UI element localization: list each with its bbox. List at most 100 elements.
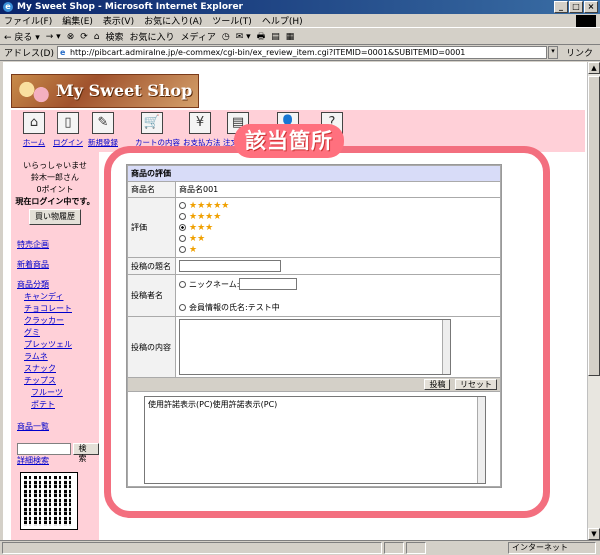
post-title-label: 投稿の題名	[127, 257, 176, 275]
discuss-icon[interactable]: ▦	[286, 32, 295, 42]
print-icon[interactable]: 🖶	[257, 29, 266, 45]
minimize-button[interactable]: _	[554, 1, 568, 13]
star-icon: ★★	[189, 233, 206, 244]
nav-home[interactable]: ⌂ ホーム	[17, 112, 51, 148]
refresh-icon[interactable]: ⟳	[80, 32, 88, 42]
scroll-thumb[interactable]	[588, 76, 600, 376]
textarea-scrollbar[interactable]	[442, 320, 450, 374]
content-textarea[interactable]	[179, 319, 451, 375]
nickname-label: ニックネーム:	[189, 279, 240, 289]
sidebar-link-new[interactable]: 新着商品	[17, 259, 99, 271]
rating-radio[interactable]	[179, 246, 186, 253]
close-button[interactable]: ×	[584, 1, 598, 13]
submit-button[interactable]: 投稿	[424, 379, 451, 390]
rating-option-1[interactable]: ★	[179, 244, 497, 255]
nav-label[interactable]: ホーム	[17, 137, 51, 148]
scroll-up-icon[interactable]: ▲	[588, 62, 600, 74]
license-text: 使用許諾表示(PC)使用許諾表示(PC)	[148, 400, 278, 409]
sidebar-link-snack[interactable]: スナック	[24, 363, 99, 375]
license-textarea[interactable]: 使用許諾表示(PC)使用許諾表示(PC)	[144, 396, 486, 484]
menu-help[interactable]: ヘルプ(H)	[262, 14, 303, 27]
nav-label[interactable]: カートの内容	[135, 137, 180, 148]
rating-radio[interactable]	[179, 213, 186, 220]
sidebar-link-ramune[interactable]: ラムネ	[24, 351, 99, 363]
member-name-option[interactable]: 会員情報の氏名:テスト中	[179, 302, 497, 313]
edit-icon[interactable]: ▤	[271, 32, 280, 42]
sidebar-link-advanced-search[interactable]: 詳細検索	[17, 455, 99, 467]
internet-zone: インターネット	[508, 542, 596, 554]
author-label: 投稿者名	[127, 274, 176, 317]
review-table: 商品の評価 商品名 商品名001 評価 ★★★★★ ★★★★ ★★★ ★★ ★ …	[127, 165, 501, 487]
address-input[interactable]: http://pibcart.admiralne.jp/e-commex/cgi…	[56, 46, 547, 59]
sidebar-link-cracker[interactable]: クラッカー	[24, 315, 99, 327]
nav-register[interactable]: ✎ 新規登録	[86, 112, 120, 148]
login-status: 現在ログイン中です。	[15, 197, 95, 206]
search-button[interactable]: 検索	[106, 30, 124, 43]
maximize-button[interactable]: □	[569, 1, 583, 13]
nav-cart[interactable]: 🛒 カートの内容	[135, 112, 180, 148]
sidebar-link-candy[interactable]: キャンディ	[24, 291, 99, 303]
nickname-option[interactable]: ニックネーム:	[179, 278, 497, 290]
menu-tools[interactable]: ツール(T)	[212, 14, 252, 27]
login-box: いらっしゃいませ 鈴木一郎さん 0ポイント 現在ログイン中です。 買い物履歴	[11, 160, 99, 225]
nickname-input[interactable]	[239, 278, 298, 290]
scroll-down-icon[interactable]: ▼	[588, 528, 600, 540]
page-scrollbar[interactable]: ▲ ▼	[587, 62, 600, 540]
rating-option-5[interactable]: ★★★★★	[179, 200, 497, 211]
nav-label[interactable]: 新規登録	[86, 137, 120, 148]
window-titlebar: e My Sweet Shop - Microsoft Internet Exp…	[0, 0, 600, 14]
sidebar-link-potato[interactable]: ポテト	[31, 399, 99, 411]
status-progress	[384, 542, 404, 554]
rating-option-3[interactable]: ★★★	[179, 222, 497, 233]
stop-icon[interactable]: ⊗	[67, 32, 75, 42]
back-button[interactable]: ← 戻る ▾	[4, 30, 40, 43]
cart-icon: 🛒	[141, 112, 163, 134]
rating-radio-selected[interactable]	[179, 224, 186, 231]
rating-option-2[interactable]: ★★	[179, 233, 497, 244]
address-dropdown-button[interactable]: ▾	[547, 46, 558, 59]
history-icon[interactable]: ◷	[222, 32, 230, 42]
sidebar-link-pretzel[interactable]: プレッツェル	[24, 339, 99, 351]
purchase-history-button[interactable]: 買い物履歴	[29, 209, 81, 225]
menu-edit[interactable]: 編集(E)	[62, 14, 93, 27]
sidebar-link-chips[interactable]: チップス	[24, 375, 99, 387]
sidebar-link-chocolate[interactable]: チョコレート	[24, 303, 99, 315]
rating-radio[interactable]	[179, 202, 186, 209]
favorites-button[interactable]: お気に入り	[130, 30, 175, 43]
sidebar-link-category[interactable]: 商品分類	[17, 279, 99, 291]
sidebar-search-button[interactable]: 検索	[73, 443, 99, 463]
ie-icon: e	[3, 2, 13, 12]
sidebar-link-gum[interactable]: グミ	[24, 327, 99, 339]
rating-options: ★★★★★ ★★★★ ★★★ ★★ ★	[175, 197, 501, 258]
mail-icon[interactable]: ✉ ▾	[236, 32, 251, 42]
sidebar-search-input[interactable]	[17, 443, 72, 455]
nav-payment[interactable]: ¥ お支払方法	[183, 112, 221, 148]
status-text	[2, 542, 382, 554]
media-button[interactable]: メディア	[181, 30, 216, 43]
nav-label[interactable]: お支払方法	[183, 137, 221, 148]
rating-radio[interactable]	[179, 235, 186, 242]
forward-button[interactable]: → ▾	[46, 32, 61, 42]
nickname-radio[interactable]	[179, 280, 186, 288]
rating-option-4[interactable]: ★★★★	[179, 211, 497, 222]
sidebar-link-fruits[interactable]: フルーツ	[31, 387, 99, 399]
nav-label[interactable]: ログイン	[51, 137, 85, 148]
sidebar-link-special[interactable]: 特売企画	[17, 239, 99, 251]
menu-favorites[interactable]: お気に入り(A)	[144, 14, 202, 27]
shop-logo[interactable]: My Sweet Shop	[11, 74, 199, 108]
review-heading: 商品の評価	[127, 165, 501, 182]
nav-login[interactable]: ▯ ログイン	[51, 112, 85, 148]
sidebar-link-product-list[interactable]: 商品一覧	[17, 421, 99, 433]
reset-button[interactable]: リセット	[455, 379, 497, 390]
menu-file[interactable]: ファイル(F)	[4, 14, 52, 27]
menu-view[interactable]: 表示(V)	[103, 14, 134, 27]
links-button[interactable]: リンク	[566, 46, 593, 59]
home-icon[interactable]: ⌂	[94, 32, 100, 42]
address-label: アドレス(D)	[4, 49, 54, 59]
content-label: 投稿の内容	[127, 316, 176, 378]
user-name: 鈴木一郎さん	[31, 173, 79, 182]
post-title-input[interactable]	[179, 260, 281, 272]
review-form: 商品の評価 商品名 商品名001 評価 ★★★★★ ★★★★ ★★★ ★★ ★ …	[126, 164, 502, 488]
member-name-radio[interactable]	[179, 303, 186, 311]
license-scrollbar[interactable]	[477, 397, 485, 483]
